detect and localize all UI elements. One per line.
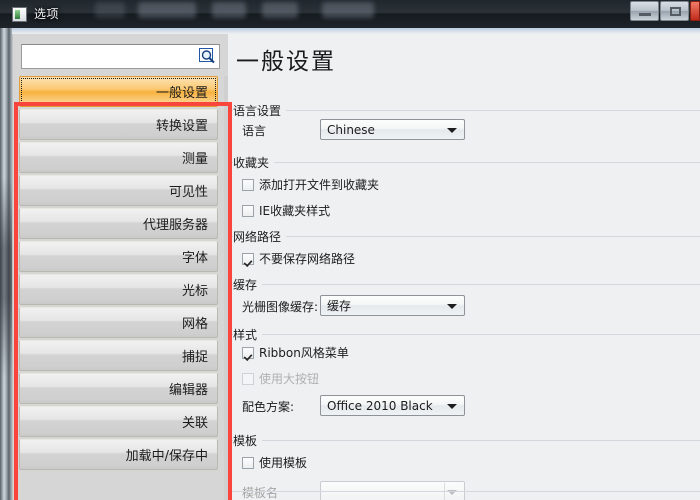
label-raster-image-cache: 光栅图像缓存: [242,300,319,314]
group-label-style: 样式 [233,326,263,343]
desktop-blur-artifact [262,2,298,18]
label-template-name: 模板名 [242,486,279,500]
sidebar-item-label: 关联 [181,416,208,431]
group-style: 样式 Ribbon风格菜单 使用大按钮 配色方案: Office 2010 Bl… [228,326,700,416]
left-pane: 一般设置转换设置测量可见性代理服务器字体光标网格捕捉编辑器关联加载中/保存中 [12,34,229,500]
checkbox-use-template[interactable]: 使用模板 [242,454,307,471]
sidebar-item[interactable]: 一般设置 [19,76,218,107]
label-color-scheme: 配色方案: [242,400,295,414]
checkbox-box-icon[interactable] [242,346,254,359]
maximize-icon[interactable] [660,1,689,21]
options-dialog-window: 选项 一般设置 转换设置 测量可见性 代理服务器 字体 光标 网格 捕捉 编辑器… [0,0,700,500]
search-icon[interactable] [199,48,216,65]
checkbox-ie-favorites-style[interactable]: IE收藏夹样式 [242,202,330,219]
dialog-body: 一般设置转换设置测量可见性代理服务器字体光标网格捕捉编辑器关联加载中/保存中 一… [0,28,700,500]
color-scheme-select-value: Office 2010 Black [327,398,433,413]
raster-cache-select[interactable]: 缓存 [320,295,465,316]
sidebar-item[interactable]: 可见性 [19,175,218,206]
app-window-icon [12,7,27,22]
row-language: 语言 [242,122,266,139]
group-cache: 缓存 光栅图像缓存: 缓存 [228,276,700,316]
sidebar-list[interactable]: 一般设置转换设置测量可见性代理服务器字体光标网格捕捉编辑器关联加载中/保存中 [17,76,226,500]
language-select[interactable]: Chinese [320,119,465,140]
checkbox-label: Ribbon风格菜单 [259,346,349,360]
chevron-down-icon [447,304,457,309]
chevron-down-icon [447,128,457,133]
minimize-icon[interactable] [630,1,659,21]
checkbox-use-large-buttons[interactable]: 使用大按钮 [242,370,319,387]
sidebar-item[interactable]: 编辑器 [19,373,218,404]
checkbox-add-open-file-to-favorites[interactable]: 添加打开文件到收藏夹 [242,176,379,193]
sidebar-item-label: 光标 [181,284,208,299]
sidebar-item-label: 网格 [181,317,208,332]
group-label-favorites: 收藏夹 [233,154,275,171]
window-controls [629,1,700,21]
sidebar-item[interactable]: 网格 [19,307,218,338]
sidebar-item-label: 测量 [181,152,208,167]
search-input[interactable] [21,44,220,69]
group-label-network-path: 网络路径 [233,228,287,245]
page-title: 一般设置 [236,49,336,75]
label-language: 语言 [242,124,267,138]
window-title: 选项 [34,7,60,21]
sidebar-item-label: 可见性 [168,185,208,200]
sidebar-item-label: 代理服务器 [142,218,208,233]
group-template: 模板 使用模板 模板名 [228,432,700,500]
sidebar-item[interactable]: 转换设置 [19,109,218,140]
checkbox-box-icon[interactable] [242,204,254,217]
group-language: 语言设置 语言 Chinese [228,102,700,140]
checkbox-label: 使用模板 [259,456,308,470]
checkbox-box-icon[interactable] [242,178,254,191]
close-icon[interactable] [690,1,700,21]
sidebar-item-label: 转换设置 [155,119,208,134]
checkbox-do-not-save-network-path[interactable]: 不要保存网络路径 [242,250,355,267]
group-label-language: 语言设置 [233,102,287,119]
sidebar-item[interactable]: 光标 [19,274,218,305]
sidebar-item-label: 一般设置 [155,86,208,101]
row-color-scheme: 配色方案: [242,398,294,415]
checkbox-box-icon[interactable] [242,252,254,265]
group-favorites: 收藏夹 添加打开文件到收藏夹 IE收藏夹样式 [228,154,700,218]
checkbox-label: 使用大按钮 [259,372,320,386]
right-pane: 一般设置 语言设置 语言 Chinese 收藏夹 添加打开文件到收藏夹 IE收藏… [228,34,700,500]
sidebar-item[interactable]: 关联 [19,406,218,437]
desktop-blur-artifact [138,2,196,18]
group-network-path: 网络路径 不要保存网络路径 [228,228,700,266]
checkbox-box-icon[interactable] [242,372,254,385]
row-raster-cache: 光栅图像缓存: [242,298,318,315]
checkbox-label: 添加打开文件到收藏夹 [259,178,380,192]
group-label-template: 模板 [233,432,263,449]
sidebar-item[interactable]: 加载中/保存中 [19,439,218,470]
title-bar[interactable]: 选项 [0,0,700,28]
sidebar-item-label: 编辑器 [168,383,208,398]
chevron-down-icon [447,404,457,409]
checkbox-label: IE收藏夹样式 [259,204,331,218]
row-template-name: 模板名 [242,484,278,500]
sidebar-item[interactable]: 代理服务器 [19,208,218,239]
sidebar-item[interactable]: 测量 [19,142,218,173]
panel-bottom-divider [228,491,700,492]
checkbox-label: 不要保存网络路径 [259,252,356,266]
desktop-blur-artifact [322,2,374,18]
color-scheme-select[interactable]: Office 2010 Black [320,395,465,416]
checkbox-ribbon-style-menu[interactable]: Ribbon风格菜单 [242,344,349,361]
checkbox-box-icon[interactable] [242,456,254,469]
language-select-value: Chinese [327,122,375,137]
sidebar-item[interactable]: 捕捉 [19,340,218,371]
raster-cache-select-value: 缓存 [327,299,352,313]
sidebar-item-label: 字体 [181,251,208,266]
sidebar-item-label: 捕捉 [181,350,208,365]
window-left-edge [0,28,12,500]
sidebar-item[interactable]: 字体 [19,241,218,272]
group-label-cache: 缓存 [233,276,263,293]
sidebar-item-label: 加载中/保存中 [125,449,208,464]
search-field-wrapper [21,44,220,69]
desktop-blur-artifact [212,2,246,18]
desktop-blur-artifact [95,2,125,18]
